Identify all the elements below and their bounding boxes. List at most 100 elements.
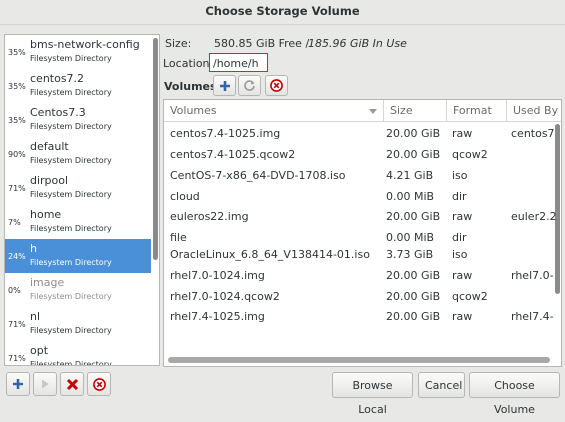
pool-item[interactable]: 7% home Filesystem Directory — [5, 205, 151, 239]
volume-table[interactable]: Volumes Size Format Used By centos7.4-10… — [163, 99, 562, 367]
cell-used-by: rhel7.0- — [511, 269, 554, 282]
cell-size: 4.21 GiB — [386, 169, 434, 182]
cell-name: centos7.4-1025.qcow2 — [170, 148, 296, 161]
cell-name: CentOS-7-x86_64-DVD-1708.iso — [170, 169, 346, 182]
pool-usage-percent: 0% — [8, 286, 21, 295]
cell-format: raw — [452, 310, 473, 323]
cell-format: dir — [452, 190, 467, 203]
add-volume-button[interactable] — [213, 75, 236, 96]
pool-usage-percent: 90% — [8, 150, 26, 159]
pool-type: Filesystem Directory — [30, 326, 112, 335]
pool-usage-percent: 71% — [8, 354, 26, 363]
pool-usage-percent: 35% — [8, 116, 26, 125]
volume-table-vscrollbar[interactable] — [555, 124, 560, 294]
pool-name: dirpool — [30, 174, 69, 187]
refresh-volumes-button[interactable] — [238, 75, 261, 96]
cell-size: 20.00 GiB — [386, 269, 441, 282]
pool-type: Filesystem Directory — [30, 88, 112, 97]
cell-format: dir — [452, 231, 467, 244]
cell-size: 20.00 GiB — [386, 127, 441, 140]
pool-type: Filesystem Directory — [30, 122, 112, 131]
cell-format: iso — [452, 169, 468, 182]
stop-icon — [92, 377, 106, 391]
pool-item[interactable]: 71% opt Filesystem Directory — [5, 341, 151, 365]
pool-item[interactable]: 71% dirpool Filesystem Directory — [5, 171, 151, 205]
size-label: Size: — [165, 37, 192, 50]
table-row[interactable]: rhel7.0-1024.qcow2 20.00 GiB qcow2 — [164, 288, 554, 306]
start-pool-button[interactable] — [33, 372, 57, 396]
table-row[interactable]: CentOS-7-x86_64-DVD-1708.iso 4.21 GiB iso — [164, 167, 554, 185]
pool-item[interactable]: 35% bms-network-config Filesystem Director… — [5, 35, 151, 69]
cell-size: 3.73 GiB — [386, 248, 434, 261]
stop-pool-button[interactable] — [87, 372, 111, 396]
pool-item[interactable]: 0% image Filesystem Directory — [5, 273, 151, 307]
pool-item[interactable]: 35% Centos7.3 Filesystem Directory — [5, 103, 151, 137]
cell-size: 20.00 GiB — [386, 290, 441, 303]
sort-arrow-icon — [369, 109, 377, 114]
cell-format: iso — [452, 248, 468, 261]
pool-item[interactable]: 35% centos7.2 Filesystem Directory — [5, 69, 151, 103]
pool-item[interactable]: 71% nl Filesystem Directory — [5, 307, 151, 341]
column-header-label: Volumes — [170, 104, 217, 117]
table-row[interactable]: rhel7.0-1024.img 20.00 GiB raw rhel7.0- — [164, 267, 554, 285]
delete-pool-button[interactable] — [60, 372, 84, 396]
cell-format: qcow2 — [452, 290, 488, 303]
cell-name: rhel7.4-1025.img — [170, 310, 265, 323]
cell-size: 20.00 GiB — [386, 210, 441, 223]
cell-name: OracleLinux_6.8_64_V138414-01.iso — [170, 248, 370, 261]
pool-name: image — [30, 276, 65, 289]
refresh-icon — [244, 80, 255, 91]
volume-table-hscrollbar[interactable] — [168, 357, 550, 363]
pool-name: default — [30, 140, 69, 153]
pool-usage-percent: 35% — [8, 82, 26, 91]
column-header-size[interactable]: Size — [384, 100, 447, 122]
cell-name: file — [170, 231, 187, 244]
pool-name: home — [30, 208, 62, 221]
pool-item[interactable]: 90% default Filesystem Directory — [5, 137, 151, 171]
size-free-value: 580.85 GiB Free / — [214, 37, 310, 50]
location-label: Location: — [163, 57, 214, 70]
cell-size: 20.00 GiB — [386, 148, 441, 161]
pool-usage-percent: 71% — [8, 320, 26, 329]
cancel-button[interactable]: Cancel — [418, 372, 465, 398]
column-header-volumes[interactable]: Volumes — [164, 100, 384, 122]
storage-pool-list[interactable]: 71% opt Filesystem Directory 71% nl Filesyste… — [4, 34, 160, 366]
cell-format: raw — [452, 269, 473, 282]
pool-name: bms-network-config — [30, 38, 140, 51]
pool-list-scrollbar[interactable] — [153, 38, 158, 260]
cell-name: rhel7.0-1024.qcow2 — [170, 290, 280, 303]
pool-type: Filesystem Directory — [30, 156, 112, 165]
cell-used-by: centos7 — [511, 127, 555, 140]
cell-format: raw — [452, 127, 473, 140]
table-row[interactable]: euleros22.img 20.00 GiB raw euler2.2 — [164, 208, 557, 226]
pool-type: Filesystem Directory — [30, 224, 112, 233]
volumes-label: Volumes — [164, 80, 217, 93]
stop-icon — [270, 79, 283, 92]
choose-volume-button[interactable]: Choose Volume — [469, 372, 560, 416]
pool-type: Filesystem Directory — [30, 292, 112, 301]
cell-name: rhel7.0-1024.img — [170, 269, 265, 282]
table-row[interactable]: centos7.4-1025.img 20.00 GiB raw centos7 — [164, 125, 555, 143]
table-row[interactable]: file 0.00 MiB dir — [164, 229, 554, 247]
table-row[interactable]: rhel7.4-1025.img 20.00 GiB raw rhel7.4- — [164, 308, 554, 326]
size-used-value: 185.96 GiB In Use — [308, 37, 407, 50]
delete-volume-button[interactable] — [265, 75, 288, 96]
window-title: Choose Storage Volume — [0, 0, 565, 25]
browse-local-button[interactable]: Browse Local — [332, 372, 413, 416]
pool-name: nl — [30, 310, 41, 323]
column-header-used-by[interactable]: Used By — [507, 100, 561, 122]
cell-used-by: euler2.2 — [511, 210, 557, 223]
pool-name: opt — [30, 344, 49, 357]
table-row[interactable]: OracleLinux_6.8_64_V138414-01.iso 3.73 Gi… — [164, 246, 554, 264]
table-row[interactable]: cloud 0.00 MiB dir — [164, 188, 554, 206]
cell-size: 0.00 MiB — [386, 231, 435, 244]
pool-item[interactable]: 24% h Filesystem Directory — [5, 239, 151, 273]
add-pool-button[interactable] — [6, 372, 30, 396]
cell-size: 0.00 MiB — [386, 190, 435, 203]
pool-name: centos7.2 — [30, 72, 85, 85]
table-row[interactable]: centos7.4-1025.qcow2 20.00 GiB qcow2 — [164, 146, 554, 164]
pool-name: h — [30, 242, 37, 255]
plus-icon — [13, 379, 23, 389]
plus-icon — [219, 80, 230, 91]
column-header-format[interactable]: Format — [447, 100, 507, 122]
